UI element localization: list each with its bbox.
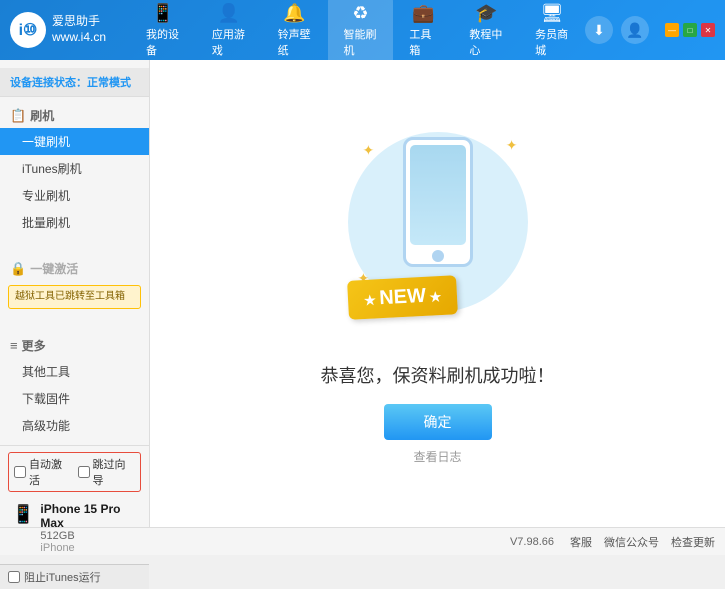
tools-icon: 💼 (412, 3, 434, 24)
smart-flash-icon: ♻ (352, 3, 368, 24)
jailbreak-warning: 越狱工具已跳转至工具箱 (8, 285, 141, 309)
sidebar-item-other-tools[interactable]: 其他工具 (0, 358, 149, 385)
nav-tab-apps-games[interactable]: 👤 应用游戏 (196, 0, 262, 64)
sparkle-tr-icon: ✦ (506, 137, 518, 154)
flash-section-header: 📋 刷机 (0, 103, 149, 128)
sidebar-section-activate: 🔒 一键激活 越狱工具已跳转至工具箱 (0, 250, 149, 319)
success-message: 恭喜您，保资料刷机成功啦！ (321, 362, 555, 388)
flash-section-icon: 📋 (10, 108, 26, 124)
tutorials-icon: 🎓 (475, 3, 497, 24)
phone-device (403, 137, 473, 267)
main-nav: 📱 我的设备 👤 应用游戏 🔔 铃声壁纸 ♻ 智能刷机 💼 工具箱 🎓 教程中心… (130, 0, 585, 64)
sidebar-section-flash: 📋 刷机 一键刷机 iTunes刷机 专业刷机 批量刷机 (0, 97, 149, 242)
status-links: 客服 微信公众号 检查更新 (570, 534, 715, 550)
nav-tab-smart-flash[interactable]: ♻ 智能刷机 (328, 0, 394, 64)
sidebar-item-itunes-flash[interactable]: iTunes刷机 (0, 155, 149, 182)
connection-status: 设备连接状态：正常模式 (0, 68, 149, 97)
new-badge: NEW (347, 275, 458, 320)
logo-icon: i⑩ (10, 12, 46, 48)
sidebar: 设备连接状态：正常模式 📋 刷机 一键刷机 iTunes刷机 专业刷机 批量刷机 (0, 60, 150, 527)
customer-service-link[interactable]: 客服 (570, 534, 592, 550)
sidebar-footer-bar: 阻止iTunes运行 (0, 564, 149, 589)
auto-activate-option[interactable]: 自动激活 (14, 456, 72, 488)
check-update-link[interactable]: 检查更新 (671, 534, 715, 550)
lock-icon: 🔒 (10, 261, 26, 277)
logo-text: 爱思助手 www.i4.cn (52, 14, 106, 45)
maximize-button[interactable]: □ (683, 23, 697, 37)
sparkle-tl-icon: ✦ (363, 142, 375, 159)
phone-home-button (432, 250, 444, 262)
app-header: i⑩ 爱思助手 www.i4.cn 📱 我的设备 👤 应用游戏 🔔 铃声壁纸 ♻… (0, 0, 725, 60)
sidebar-item-download-firmware[interactable]: 下载固件 (0, 385, 149, 412)
main-content: ✦ ✦ ✦ NEW 恭喜您，保资料刷机成功啦！ 确定 查看日志 (150, 60, 725, 527)
phone-illustration: ✦ ✦ ✦ NEW (338, 122, 538, 342)
device-name: iPhone 15 Pro Max (40, 502, 137, 530)
sidebar-item-pro-flash[interactable]: 专业刷机 (0, 182, 149, 209)
download-button[interactable]: ⬇ (585, 16, 613, 44)
device-type: iPhone (40, 542, 137, 554)
activate-section-header: 🔒 一键激活 (0, 256, 149, 281)
user-button[interactable]: 👤 (621, 16, 649, 44)
more-icon: ≡ (10, 338, 18, 353)
apps-games-icon: 👤 (218, 3, 240, 24)
nav-tab-service[interactable]: 🖥 务员商城 (519, 0, 585, 64)
wechat-link[interactable]: 微信公众号 (604, 534, 659, 550)
sidebar-bottom: 自动激活 跳过向导 📱 iPhone 15 Pro Max 512GB iPho… (0, 445, 149, 564)
device-info: 📱 iPhone 15 Pro Max 512GB iPhone (8, 498, 141, 558)
more-section-header: ≡ 更多 (0, 333, 149, 358)
main-layout: 设备连接状态：正常模式 📋 刷机 一键刷机 iTunes刷机 专业刷机 批量刷机 (0, 60, 725, 527)
my-device-icon: 📱 (152, 3, 174, 24)
phone-screen (410, 145, 466, 245)
ringtones-icon: 🔔 (283, 3, 305, 24)
sidebar-item-batch-flash[interactable]: 批量刷机 (0, 209, 149, 236)
sidebar-section-more: ≡ 更多 其他工具 下载固件 高级功能 (0, 327, 149, 445)
close-button[interactable]: ✕ (701, 23, 715, 37)
bottom-checkbox-row: 自动激活 跳过向导 (8, 452, 141, 492)
window-controls: — □ ✕ (665, 23, 715, 37)
confirm-button[interactable]: 确定 (384, 404, 492, 440)
guide-activate-checkbox[interactable] (78, 466, 90, 478)
sidebar-item-advanced[interactable]: 高级功能 (0, 412, 149, 439)
sidebar-item-one-key-flash[interactable]: 一键刷机 (0, 128, 149, 155)
guide-activate-option[interactable]: 跳过向导 (78, 456, 136, 488)
view-log-link[interactable]: 查看日志 (413, 448, 461, 465)
minimize-button[interactable]: — (665, 23, 679, 37)
header-right: ⬇ 👤 — □ ✕ (585, 16, 715, 44)
auto-activate-checkbox[interactable] (14, 466, 26, 478)
device-storage: 512GB (40, 530, 137, 542)
logo-area: i⑩ 爱思助手 www.i4.cn (10, 12, 130, 48)
nav-tab-tutorials[interactable]: 🎓 教程中心 (453, 0, 519, 64)
device-details: iPhone 15 Pro Max 512GB iPhone (40, 502, 137, 554)
version-label: V7.98.66 (510, 536, 554, 548)
device-icon: 📱 (12, 504, 34, 525)
nav-tab-my-device[interactable]: 📱 我的设备 (130, 0, 196, 64)
nav-tab-tools[interactable]: 💼 工具箱 (393, 0, 453, 64)
nav-tab-ringtones[interactable]: 🔔 铃声壁纸 (262, 0, 328, 64)
service-icon: 🖥 (541, 3, 564, 24)
block-itunes-checkbox[interactable] (8, 571, 20, 583)
